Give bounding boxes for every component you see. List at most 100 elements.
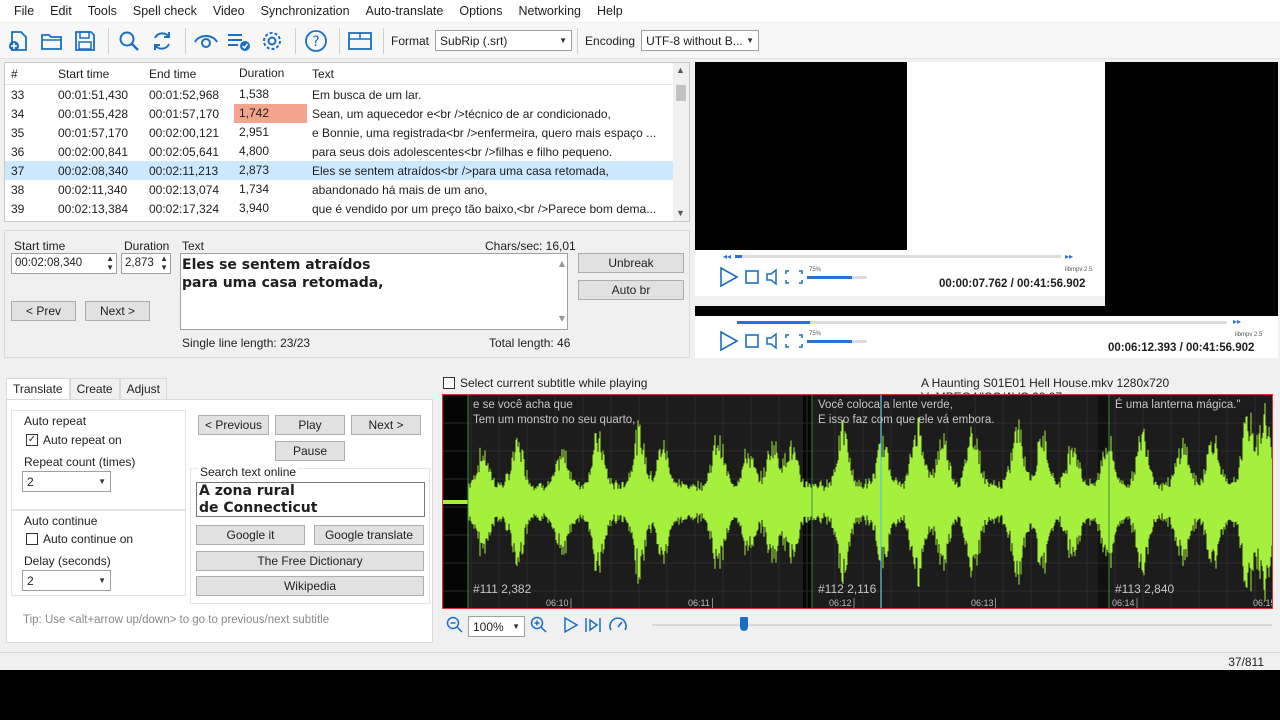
column-header-start[interactable]: Start time [53,67,144,81]
video-player-primary[interactable] [695,62,1105,250]
unbreak-button[interactable]: Unbreak [578,253,684,273]
google-it-button[interactable]: Google it [196,525,305,545]
fullscreen-icon[interactable] [785,270,803,284]
seek-forward-icon[interactable]: ▸▸ [1233,317,1241,326]
table-row[interactable]: 37 00:02:08,340 00:02:11,213 2,873 Eles se s… [5,161,689,180]
zoom-in-icon[interactable] [530,616,548,634]
volume-icon[interactable] [766,332,777,350]
google-translate-button[interactable]: Google translate [314,525,424,545]
player2-seekbar[interactable] [737,321,1227,324]
tab-adjust[interactable]: Adjust [119,378,167,400]
prev-button[interactable]: < Prev [11,301,76,321]
spin-arrows-icon[interactable]: ▲ ▼ [106,254,114,272]
zoom-select[interactable]: 100% ▼ [468,616,525,637]
video-player-secondary[interactable] [1105,62,1278,316]
menu-options[interactable]: Options [451,0,510,22]
column-header-end[interactable]: End time [144,67,234,81]
list-scrollbar[interactable]: ▲ ▼ [673,63,689,221]
replace-icon[interactable] [147,26,177,56]
tab-create[interactable]: Create [69,378,120,400]
table-row[interactable]: 35 00:01:57,170 00:02:00,121 2,951 e Bonnie,… [5,123,689,142]
find-icon[interactable] [114,26,144,56]
table-row[interactable]: 39 00:02:13,384 00:02:17,324 3,940 que é ven… [5,199,689,218]
play-selection-icon[interactable] [562,616,580,634]
seek-forward-icon[interactable]: ▸▸ [1065,252,1073,261]
subtitle-text-input[interactable]: Eles se sentem atraídos para uma casa re… [180,253,568,330]
select-current-checkbox[interactable] [443,377,455,389]
table-row[interactable]: 34 00:01:55,428 00:01:57,170 1,742 Sean, um … [5,104,689,123]
next-button[interactable]: Next > [85,301,150,321]
duration-input[interactable]: 2,873 ▲ ▼ [121,253,171,274]
player2-volume-slider[interactable] [807,340,867,343]
menu-bar: File Edit Tools Spell check Video Synchr… [0,0,1280,22]
table-row[interactable]: 38 00:02:11,340 00:02:13,074 1,734 abandonad… [5,180,689,199]
format-select[interactable]: SubRip (.srt) ▼ [435,30,573,51]
menu-networking[interactable]: Networking [510,0,589,22]
scroll-thumb[interactable] [676,85,686,101]
player1-volume-slider[interactable] [807,276,867,279]
settings-icon[interactable] [257,26,287,56]
play-icon[interactable] [720,266,739,288]
save-icon[interactable] [70,26,100,56]
table-row[interactable]: 36 00:02:00,841 00:02:05,641 4,800 para seus… [5,142,689,161]
scroll-up-icon[interactable]: ▲ [559,255,565,273]
spin-arrows-icon[interactable]: ▲ ▼ [160,254,168,272]
open-folder-icon[interactable] [37,26,67,56]
player1-seekbar[interactable] [735,255,1061,258]
menu-tools[interactable]: Tools [80,0,125,22]
volume-icon[interactable] [766,268,777,286]
search-text-input[interactable]: A zona rural de Connecticut [196,482,425,517]
pause-button[interactable]: Pause [275,441,345,461]
menu-spell-check[interactable]: Spell check [125,0,205,22]
stop-icon[interactable] [745,334,759,348]
encoding-select[interactable]: UTF-8 without B... ▼ [641,30,760,51]
playback-speed-icon[interactable] [608,615,628,635]
tab-translate[interactable]: Translate [6,378,70,400]
play-button[interactable]: Play [275,415,345,435]
menu-edit[interactable]: Edit [42,0,80,22]
column-header-number[interactable]: # [5,67,53,81]
zoom-out-icon[interactable] [446,616,464,634]
seek-back-icon[interactable]: ◂◂ [723,252,731,261]
spell-check-icon[interactable] [224,26,254,56]
delay-select[interactable]: 2 ▼ [22,570,111,591]
previous-button[interactable]: < Previous [198,415,269,435]
free-dictionary-button[interactable]: The Free Dictionary [196,551,424,571]
visual-sync-icon[interactable] [191,26,221,56]
auto-continue-checkbox[interactable] [26,533,38,545]
new-file-icon[interactable] [4,26,34,56]
wikipedia-button[interactable]: Wikipedia [196,576,424,596]
auto-br-button[interactable]: Auto br [578,280,684,300]
menu-help[interactable]: Help [589,0,631,22]
table-row[interactable]: 33 00:01:51,430 00:01:52,968 1,538 Em busca … [5,85,689,104]
repeat-count-select[interactable]: 2 ▼ [22,471,111,492]
column-header-duration[interactable]: Duration [234,64,307,83]
svg-text:?: ? [312,34,319,50]
auto-repeat-checkbox[interactable]: ✓ [26,434,38,446]
row-start-time: 00:01:55,428 [58,106,129,121]
row-start-time: 00:02:13,384 [58,201,129,216]
help-icon[interactable]: ? [301,26,331,56]
play-icon[interactable] [720,330,739,352]
next-button[interactable]: Next > [351,415,421,435]
audio-waveform[interactable]: e se você acha que Tem um monstro no seu … [442,394,1273,609]
slider-thumb[interactable] [740,617,748,631]
sub-113-line-1: É uma lanterna mágica." [1115,399,1241,411]
menu-file[interactable]: File [6,0,42,22]
start-time-input[interactable]: 00:02:08,340 ▲ ▼ [11,253,117,274]
subtitle-rows: 33 00:01:51,430 00:01:52,968 1,538 Em busca … [5,85,689,218]
scroll-down-icon[interactable]: ▼ [559,310,565,328]
play-next-icon[interactable] [584,616,602,634]
menu-synchronization[interactable]: Synchronization [253,0,358,22]
menu-auto-translate[interactable]: Auto-translate [358,0,452,22]
column-header-text[interactable]: Text [307,67,672,81]
layout-icon[interactable] [345,26,375,56]
menu-video[interactable]: Video [205,0,253,22]
player1-buttons [720,266,803,288]
stop-icon[interactable] [745,270,759,284]
scroll-up-icon[interactable]: ▲ [676,65,685,75]
fullscreen-icon[interactable] [785,334,803,348]
text-line-2: para uma casa retomada, [182,275,384,291]
scroll-down-icon[interactable]: ▼ [676,208,685,218]
row-duration: 2,951 [239,125,270,139]
